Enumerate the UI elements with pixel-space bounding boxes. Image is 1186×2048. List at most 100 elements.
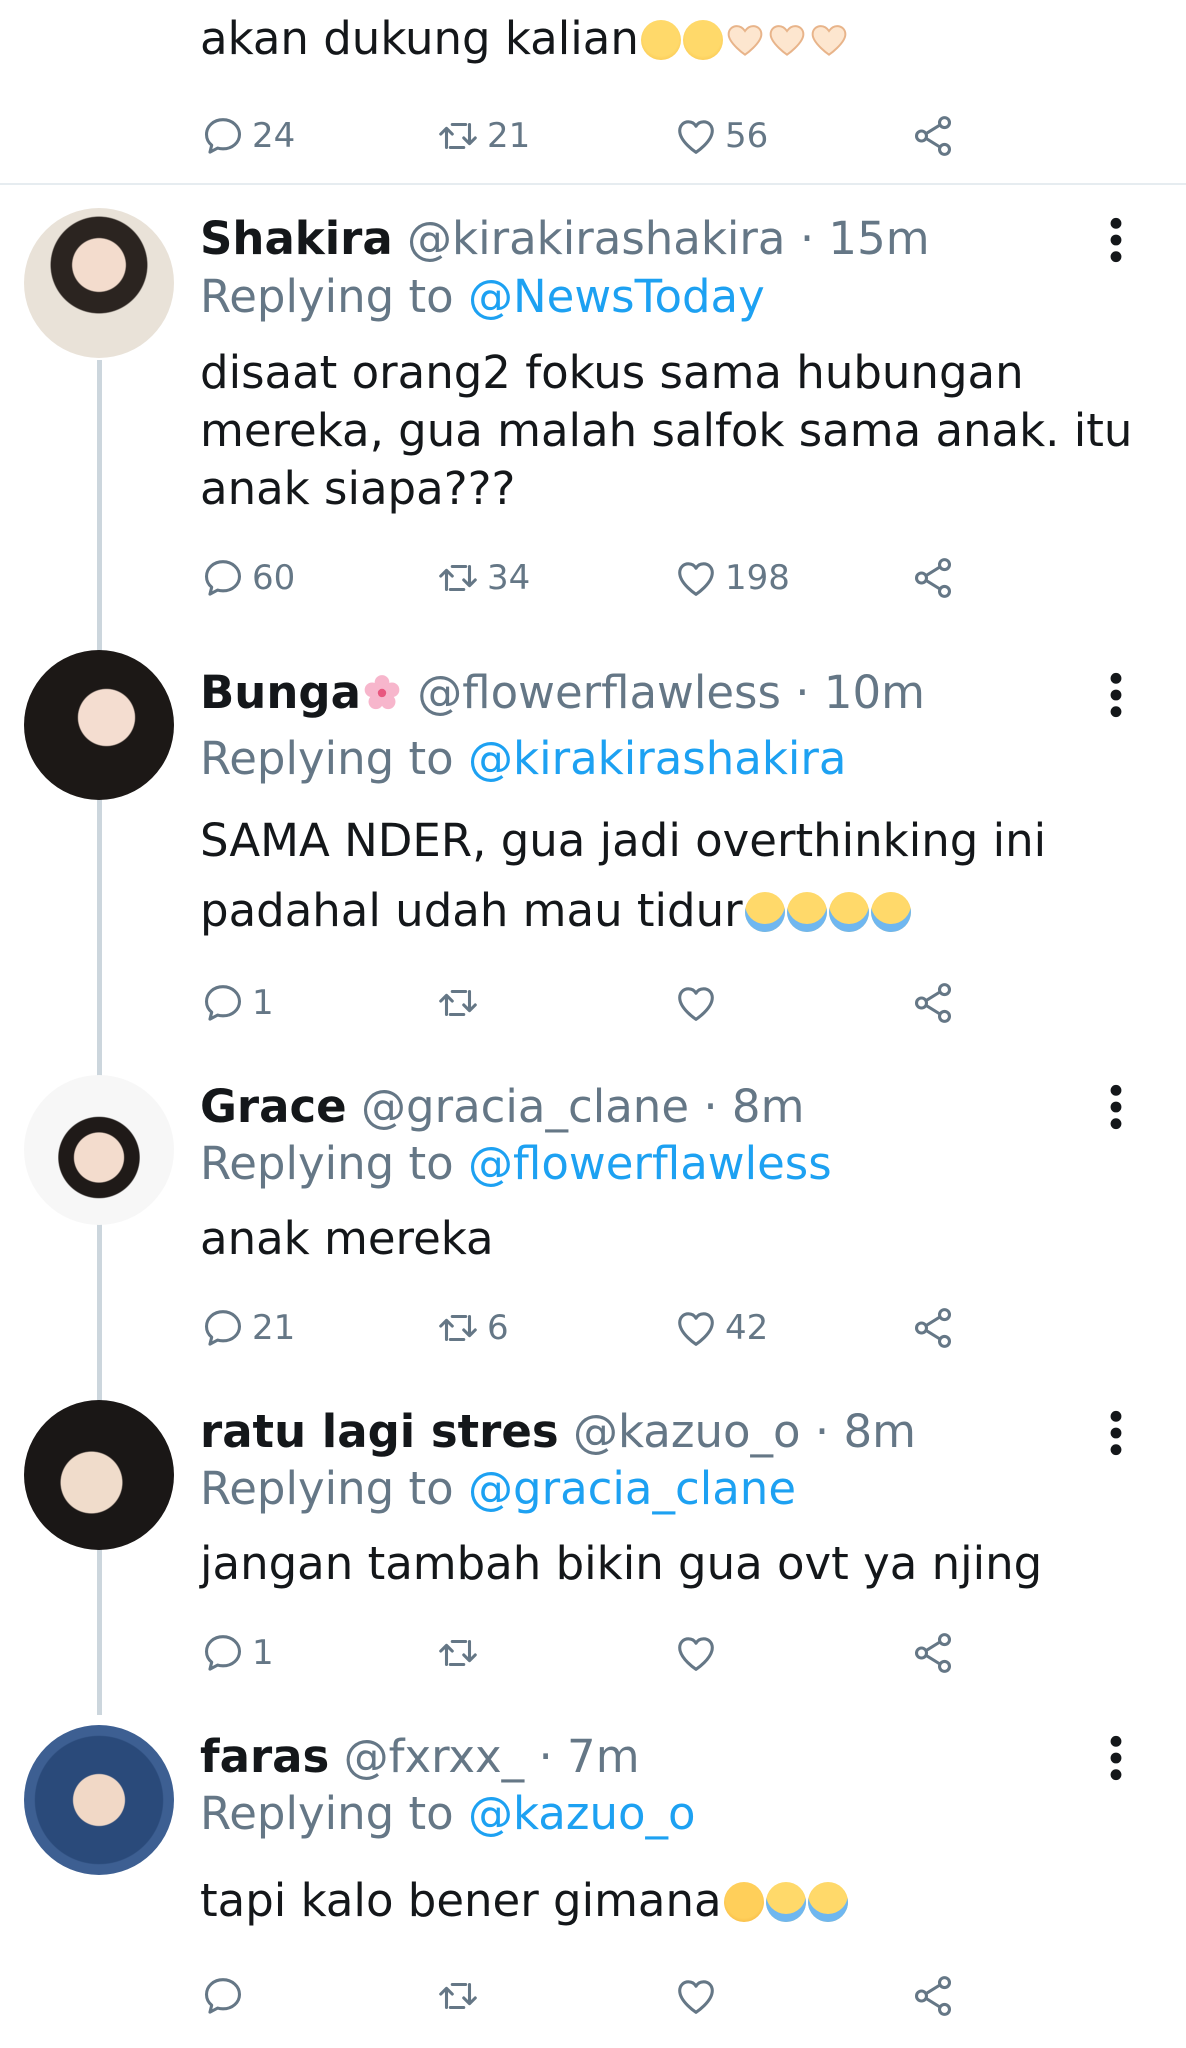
handle[interactable]: @fxrxx_ (344, 1730, 525, 1783)
avatar[interactable] (24, 650, 174, 800)
avatar[interactable] (24, 1400, 174, 1550)
more-options-icon[interactable] (1106, 215, 1126, 265)
reply-count: 1 (252, 983, 274, 1023)
reply-icon (200, 980, 246, 1026)
like-button[interactable] (673, 975, 725, 1031)
divider (0, 183, 1186, 185)
replying-to-handle[interactable]: @gracia_clane (468, 1462, 796, 1515)
handle[interactable]: @flowerflawless (417, 666, 781, 719)
share-icon (910, 1973, 956, 2019)
retweet-count: 6 (487, 1308, 509, 1348)
crying-face-emoji (765, 1882, 806, 1922)
tweet-header: Bunga @flowerflawless · 10m (200, 664, 925, 722)
replying-to: Replying to @kazuo_o (200, 1785, 696, 1843)
avatar[interactable] (24, 208, 174, 358)
more-options-icon[interactable] (1106, 1082, 1126, 1132)
retweet-icon (435, 1305, 481, 1351)
reply-button[interactable]: 1 (200, 1625, 274, 1681)
replying-to-label: Replying to (200, 1137, 454, 1190)
timestamp[interactable]: · 8m (815, 1405, 916, 1458)
display-name[interactable]: Grace (200, 1080, 347, 1133)
retweet-count: 21 (487, 116, 531, 156)
retweet-button[interactable]: 6 (435, 1300, 509, 1356)
replying-to-handle[interactable]: @NewsToday (468, 270, 765, 323)
pleading-face-emoji (682, 20, 723, 60)
retweet-button[interactable]: 21 (435, 108, 530, 164)
crying-face-emoji (786, 892, 827, 932)
timestamp[interactable]: · 15m (800, 212, 930, 265)
reply-button[interactable]: 1 (200, 975, 274, 1031)
like-icon (673, 1305, 719, 1351)
timestamp[interactable]: · 7m (538, 1730, 639, 1783)
timestamp[interactable]: · 10m (795, 666, 925, 719)
display-name[interactable]: faras (200, 1730, 329, 1783)
more-options-icon[interactable] (1106, 1408, 1126, 1458)
replying-to: Replying to @NewsToday (200, 268, 765, 326)
share-button[interactable] (910, 975, 956, 1031)
like-button[interactable]: 198 (673, 550, 790, 606)
more-options-icon[interactable] (1106, 1733, 1126, 1783)
share-button[interactable] (910, 108, 956, 164)
replying-to-label: Replying to (200, 270, 454, 323)
share-button[interactable] (910, 1968, 956, 2024)
replying-to-handle[interactable]: @flowerflawless (468, 1137, 832, 1190)
reply-button[interactable]: 24 (200, 108, 295, 164)
like-button[interactable] (673, 1968, 725, 2024)
tweet-header: Shakira @kirakirashakira · 15m (200, 210, 930, 268)
crying-face-emoji (807, 1882, 848, 1922)
handle[interactable]: @kazuo_o (573, 1405, 801, 1458)
heart-hands-emoji (809, 22, 849, 58)
heart-hands-emoji (767, 22, 807, 58)
crying-face-emoji (828, 892, 869, 932)
like-button[interactable]: 56 (673, 108, 768, 164)
share-button[interactable] (910, 1625, 956, 1681)
tweet-text: anak mereka (200, 1212, 494, 1265)
share-button[interactable] (910, 1300, 956, 1356)
display-name[interactable]: Bunga (200, 666, 361, 719)
like-icon (673, 113, 719, 159)
retweet-icon (435, 980, 481, 1026)
reply-count: 21 (252, 1308, 296, 1348)
handle[interactable]: @gracia_clane (361, 1080, 689, 1133)
more-options-icon[interactable] (1106, 670, 1126, 720)
display-name[interactable]: Shakira (200, 212, 393, 265)
retweet-count: 34 (487, 558, 531, 598)
share-icon (910, 1305, 956, 1351)
replying-to-label: Replying to (200, 1787, 454, 1840)
replying-to-handle[interactable]: @kazuo_o (468, 1787, 696, 1840)
pleading-face-emoji (640, 20, 681, 60)
like-button[interactable] (673, 1625, 725, 1681)
reply-button[interactable] (200, 1968, 252, 2024)
replying-to: Replying to @gracia_clane (200, 1460, 796, 1518)
display-name[interactable]: ratu lagi stres (200, 1405, 559, 1458)
tweet-actions: 60 34 198 (200, 550, 980, 606)
retweet-button[interactable] (435, 1968, 487, 2024)
retweet-button[interactable] (435, 975, 487, 1031)
like-icon (673, 1973, 719, 2019)
cherry-blossom-emoji (364, 675, 400, 710)
avatar[interactable] (24, 1075, 174, 1225)
tweet-actions: 21 6 42 (200, 1300, 980, 1356)
handle[interactable]: @kirakirashakira (407, 212, 785, 265)
replying-to-handle[interactable]: @kirakirashakira (468, 732, 846, 785)
tweet-header: Grace @gracia_clane · 8m (200, 1078, 804, 1136)
retweet-icon (435, 1973, 481, 2019)
reply-icon (200, 555, 246, 601)
retweet-icon (435, 555, 481, 601)
tweet-text: tapi kalo bener gimana (200, 1872, 1140, 1930)
reply-button[interactable]: 21 (200, 1300, 295, 1356)
top-tweet-text-body: akan dukung kalian (200, 12, 639, 65)
like-icon (673, 555, 719, 601)
share-button[interactable] (910, 550, 956, 606)
reply-icon (200, 1630, 246, 1676)
like-count: 56 (725, 116, 769, 156)
crying-face-emoji (870, 892, 911, 932)
tweet-header: faras @fxrxx_ · 7m (200, 1728, 640, 1786)
retweet-button[interactable]: 34 (435, 550, 530, 606)
retweet-button[interactable] (435, 1625, 487, 1681)
reply-button[interactable]: 60 (200, 550, 295, 606)
avatar[interactable] (24, 1725, 174, 1875)
timestamp[interactable]: · 8m (703, 1080, 804, 1133)
replying-to: Replying to @flowerflawless (200, 1135, 832, 1193)
like-button[interactable]: 42 (673, 1300, 768, 1356)
